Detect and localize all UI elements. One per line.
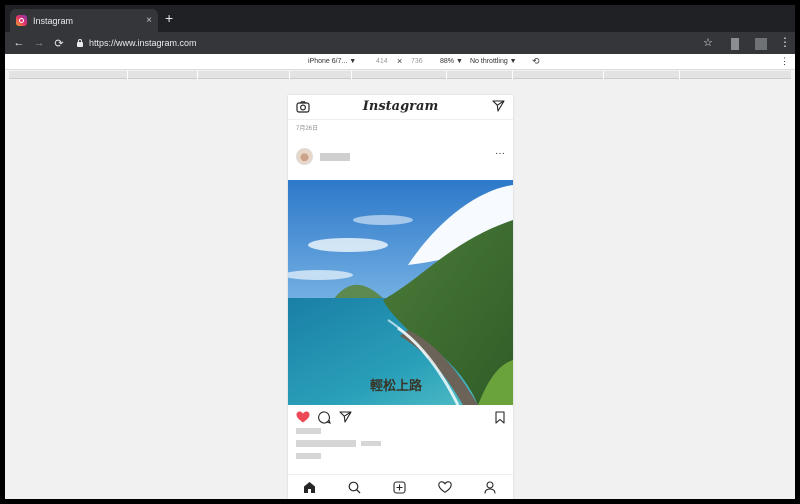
browser-menu-icon[interactable]: ⋮ — [779, 35, 791, 49]
bookmark-icon[interactable] — [495, 411, 505, 424]
device-width-field[interactable]: 414 — [376, 58, 388, 65]
extension-icon[interactable] — [731, 38, 739, 50]
back-button[interactable]: ← — [9, 37, 29, 49]
zoom-select[interactable]: 88% ▼ — [440, 58, 463, 65]
instagram-favicon-icon — [16, 15, 27, 26]
throttling-select[interactable]: No throttling ▼ — [470, 58, 517, 65]
reload-button[interactable]: ⟳ — [49, 37, 69, 50]
tab-strip: Instagram × + — [5, 5, 795, 32]
heart-icon[interactable] — [296, 411, 310, 423]
post-photo[interactable]: 輕松上路 — [288, 180, 513, 405]
lock-icon — [77, 38, 83, 47]
forward-button[interactable]: → — [29, 37, 49, 49]
instagram-logo[interactable]: Instagram — [288, 99, 513, 114]
mobile-viewport: Instagram 7月26日 ··· 輕松上路 — [288, 95, 513, 499]
tab-instagram[interactable]: Instagram × — [10, 9, 158, 32]
comment-icon[interactable] — [318, 411, 331, 424]
search-icon[interactable] — [348, 481, 361, 494]
address-bar[interactable]: https://www.instagram.com — [77, 38, 197, 48]
profile-avatar[interactable] — [755, 38, 767, 50]
url-text: https://www.instagram.com — [89, 38, 197, 48]
tab-title: Instagram — [33, 15, 74, 26]
browser-toolbar: ← → ⟳ https://www.instagram.com ☆ ⋮ — [5, 32, 795, 54]
devtools-menu-icon[interactable]: ⋮ — [780, 56, 789, 67]
media-query-bar[interactable] — [9, 71, 791, 79]
caption-more-blurred[interactable] — [361, 441, 381, 446]
dimension-separator: × — [397, 56, 403, 66]
username-blurred[interactable] — [320, 153, 350, 161]
instagram-header: Instagram — [288, 95, 513, 120]
tab-close-icon[interactable]: × — [146, 15, 152, 26]
caption-blurred — [296, 440, 356, 447]
device-height-field[interactable]: 736 — [411, 58, 423, 65]
profile-icon[interactable] — [484, 481, 496, 494]
post-date: 7月26日 — [296, 126, 319, 132]
share-icon[interactable] — [339, 411, 352, 423]
bookmark-star-icon[interactable]: ☆ — [703, 36, 713, 49]
avatar[interactable] — [296, 148, 313, 165]
more-options-icon[interactable]: ··· — [495, 148, 505, 159]
browser-window: Instagram × + ← → ⟳ https://www.instagra… — [5, 5, 795, 499]
svg-text:輕松上路: 輕松上路 — [370, 378, 423, 394]
device-select[interactable]: iPhone 6/7... ▼ — [308, 58, 356, 65]
bottom-navigation — [288, 474, 513, 499]
likes-count-blurred[interactable] — [296, 428, 321, 434]
device-toolbar: iPhone 6/7... ▼ 414 × 736 88% ▼ No throt… — [5, 54, 795, 70]
home-icon[interactable] — [303, 481, 316, 494]
new-tab-button[interactable]: + — [165, 11, 173, 25]
send-icon[interactable] — [492, 100, 505, 112]
new-post-icon[interactable] — [393, 481, 406, 494]
comments-link-blurred[interactable] — [296, 453, 321, 459]
rotate-icon[interactable]: ⟲ — [532, 56, 540, 67]
activity-icon[interactable] — [438, 481, 452, 493]
